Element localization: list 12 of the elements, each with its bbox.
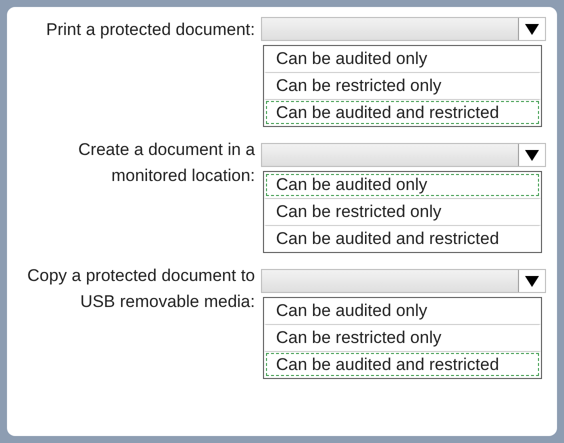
dropdown-option[interactable]: Can be audited and restricted [264,99,541,126]
question-label: Create a document in a monitored location: [77,139,255,187]
dropdown-option[interactable]: Can be audited only [264,172,541,198]
dropdown-option[interactable]: Can be restricted only [264,198,541,225]
dropdown-option[interactable]: Can be audited and restricted [264,351,541,378]
dropdown-option[interactable]: Can be audited only [264,46,541,72]
question-label: Print a protected document: [45,19,255,41]
question-label: Copy a protected document to USB removable media: [26,265,255,313]
dropdown-option[interactable]: Can be restricted only [264,72,541,99]
dropdown-option[interactable]: Can be audited only [264,298,541,324]
dropdown-option[interactable]: Can be audited and restricted [264,225,541,252]
dropdown-option[interactable]: Can be restricted only [264,324,541,351]
